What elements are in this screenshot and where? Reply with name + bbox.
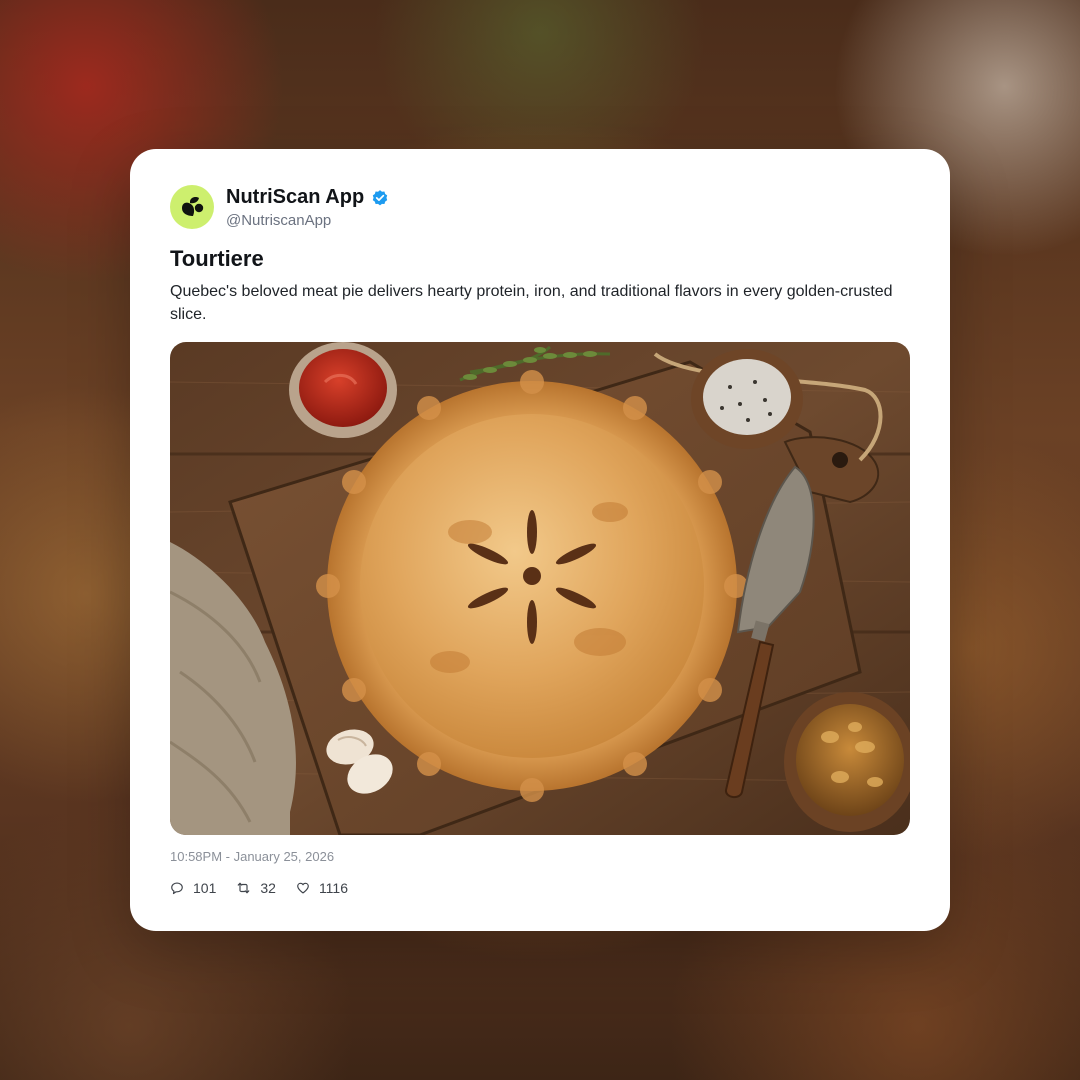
post-image[interactable] [170, 342, 910, 835]
repost-icon [238, 882, 250, 894]
like-count: 1116 [318, 880, 349, 896]
post-title: Tourtiere [170, 246, 264, 271]
repost-count: 32 [260, 880, 276, 896]
tourtiere-photo [170, 342, 910, 835]
post-description: Quebec's beloved meat pie delivers heart… [170, 283, 893, 323]
post-header: NutriScan App @NutriscanApp [170, 185, 389, 229]
reply-button[interactable]: 101 [170, 880, 216, 896]
leaf-logo-icon [182, 197, 204, 216]
account-name[interactable]: NutriScan App [226, 186, 364, 209]
heart-icon [297, 882, 309, 894]
verified-badge-icon [372, 189, 388, 205]
reply-count: 101 [193, 880, 217, 896]
post-card: NutriScan App @NutriscanApp Tourtiere Qu… [130, 149, 950, 931]
account-handle[interactable]: @NutriscanApp [226, 212, 389, 229]
account-names: NutriScan App @NutriscanApp [226, 186, 389, 229]
avatar[interactable] [170, 185, 214, 229]
engagement-bar: 101 32 1116 [170, 880, 368, 896]
comment-icon [171, 882, 183, 895]
post-timestamp[interactable]: 10:58PM - January 25, 2026 [170, 849, 334, 864]
name-row: NutriScan App [226, 186, 389, 210]
like-button[interactable]: 1116 [296, 880, 348, 896]
repost-button[interactable]: 32 [236, 880, 276, 896]
